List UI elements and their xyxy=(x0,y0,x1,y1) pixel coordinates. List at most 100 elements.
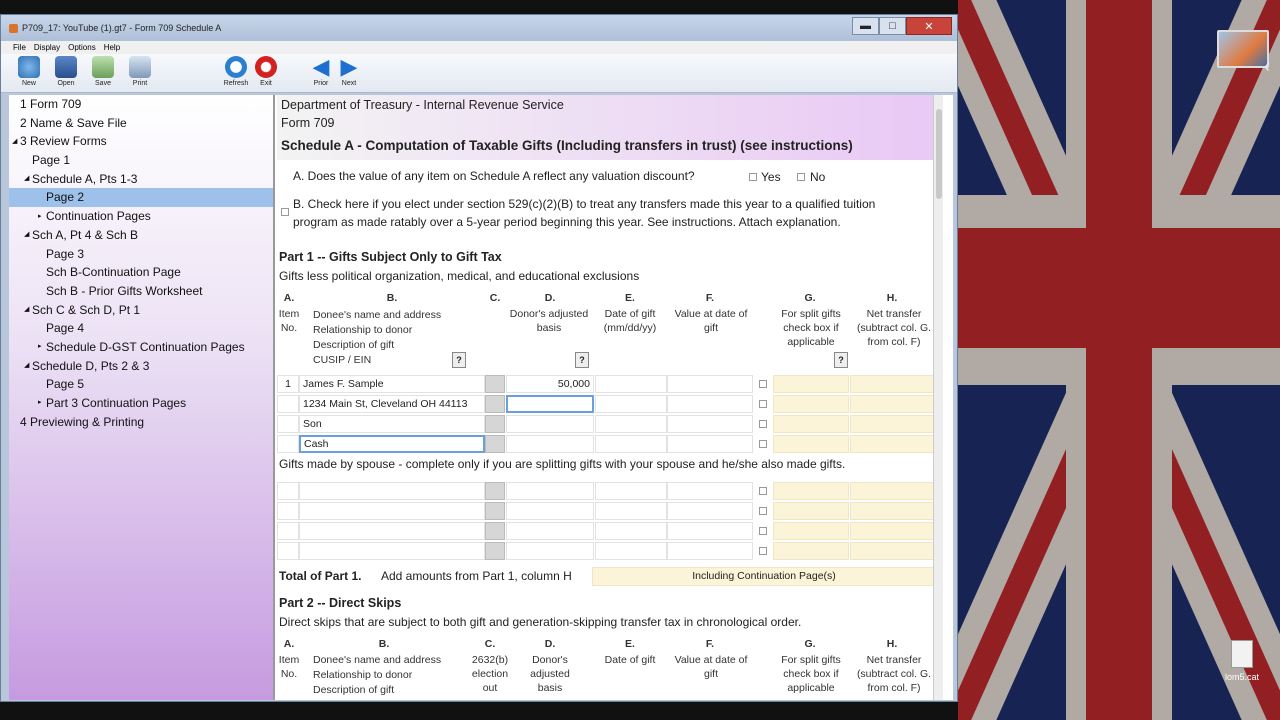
date-of-gift-cell[interactable] xyxy=(595,415,667,433)
split-gift-checkbox[interactable] xyxy=(759,527,767,535)
spouse-net-cell[interactable] xyxy=(850,502,936,520)
spouse-split-cell[interactable] xyxy=(773,482,849,500)
value-at-date-cell[interactable] xyxy=(667,415,753,433)
nav-item[interactable]: ◢ Schedule A, Pts 1-3 xyxy=(9,170,273,189)
menu-display[interactable]: Display xyxy=(34,43,60,52)
nav-item[interactable]: ▸ Part 3 Continuation Pages xyxy=(9,394,273,413)
spouse-value-cell[interactable] xyxy=(667,502,753,520)
menu-options[interactable]: Options xyxy=(68,43,96,52)
net-transfer-cell[interactable] xyxy=(850,395,936,413)
save-button[interactable]: Save xyxy=(87,56,119,87)
split-gift-amount-cell[interactable] xyxy=(773,375,849,393)
nav-item[interactable]: ▸ Continuation Pages xyxy=(9,207,273,226)
spouse-basis-cell[interactable] xyxy=(506,522,594,540)
spouse-date-cell[interactable] xyxy=(595,522,667,540)
col-b-help-button[interactable]: ? xyxy=(452,352,466,368)
expand-arrow-icon[interactable]: ◢ xyxy=(24,170,32,189)
donor-basis-cell[interactable] xyxy=(506,435,594,453)
vertical-scrollbar[interactable] xyxy=(933,95,943,700)
split-gift-checkbox[interactable] xyxy=(759,440,767,448)
total-part1-box[interactable]: Including Continuation Page(s) xyxy=(592,567,936,586)
net-transfer-cell[interactable] xyxy=(850,375,936,393)
gift-description-field[interactable]: Cash xyxy=(299,435,485,453)
spouse-net-cell[interactable] xyxy=(850,482,936,500)
next-button[interactable]: ▶ Next xyxy=(333,56,365,88)
nav-item[interactable]: Page 4 xyxy=(9,319,273,338)
date-of-gift-cell[interactable] xyxy=(595,395,667,413)
spouse-basis-cell[interactable] xyxy=(506,502,594,520)
donor-basis-field[interactable]: 50,000 xyxy=(506,375,594,393)
date-of-gift-cell[interactable] xyxy=(595,375,667,393)
menu-file[interactable]: File xyxy=(13,43,26,52)
donee-name-field[interactable]: James F. Sample xyxy=(299,375,485,393)
nav-item[interactable]: Page 1 xyxy=(9,151,273,170)
net-transfer-cell[interactable] xyxy=(850,415,936,433)
split-gift-amount-cell[interactable] xyxy=(773,415,849,433)
nav-item[interactable]: ◢ Sch A, Pt 4 & Sch B xyxy=(9,226,273,245)
expand-arrow-icon[interactable]: ◢ xyxy=(24,357,32,376)
expand-arrow-icon[interactable]: ▸ xyxy=(38,338,46,357)
nav-item[interactable]: 1 Form 709 xyxy=(9,95,273,114)
desktop-thumbnail-icon[interactable] xyxy=(1217,30,1269,68)
spouse-value-cell[interactable] xyxy=(667,482,753,500)
date-of-gift-cell[interactable] xyxy=(595,435,667,453)
split-gift-checkbox[interactable] xyxy=(759,487,767,495)
spouse-item-cell[interactable] xyxy=(277,522,299,540)
no-checkbox[interactable] xyxy=(797,173,805,181)
yes-checkbox[interactable] xyxy=(749,173,757,181)
spouse-donee-cell[interactable] xyxy=(299,522,485,540)
nav-item[interactable]: Page 3 xyxy=(9,245,273,264)
relationship-field[interactable]: Son xyxy=(299,415,485,433)
expand-arrow-icon[interactable]: ◢ xyxy=(24,226,32,245)
nav-item[interactable]: Page 5 xyxy=(9,375,273,394)
item-number-cell[interactable] xyxy=(277,395,299,413)
nav-item[interactable]: Page 2 xyxy=(9,188,273,208)
value-at-date-cell[interactable] xyxy=(667,375,753,393)
spouse-date-cell[interactable] xyxy=(595,482,667,500)
value-at-date-cell[interactable] xyxy=(667,435,753,453)
nav-item[interactable]: ◢ 3 Review Forms xyxy=(9,132,273,151)
donor-basis-field-2[interactable] xyxy=(506,395,594,413)
item-number-cell[interactable] xyxy=(277,435,299,453)
nav-item[interactable]: Sch B - Prior Gifts Worksheet xyxy=(9,282,273,301)
spouse-net-cell[interactable] xyxy=(850,542,936,560)
maximize-button[interactable]: □ xyxy=(879,17,906,35)
section-529-checkbox[interactable] xyxy=(281,208,289,216)
spouse-split-cell[interactable] xyxy=(773,542,849,560)
split-gift-checkbox[interactable] xyxy=(759,507,767,515)
split-gift-checkbox[interactable] xyxy=(759,380,767,388)
spouse-date-cell[interactable] xyxy=(595,542,667,560)
minimize-button[interactable]: ▬ xyxy=(852,17,879,35)
new-button[interactable]: New xyxy=(13,56,45,87)
spouse-split-cell[interactable] xyxy=(773,522,849,540)
item-number-cell[interactable]: 1 xyxy=(277,375,299,393)
expand-arrow-icon[interactable]: ◢ xyxy=(24,301,32,320)
print-button[interactable]: Print xyxy=(124,56,156,87)
expand-arrow-icon[interactable]: ▸ xyxy=(38,208,46,227)
spouse-donee-cell[interactable] xyxy=(299,502,485,520)
spouse-item-cell[interactable] xyxy=(277,502,299,520)
nav-item[interactable]: ◢ Schedule D, Pts 2 & 3 xyxy=(9,357,273,376)
split-gift-amount-cell[interactable] xyxy=(773,435,849,453)
spouse-donee-cell[interactable] xyxy=(299,542,485,560)
nav-item[interactable]: ◢ Sch C & Sch D, Pt 1 xyxy=(9,301,273,320)
donor-basis-cell[interactable] xyxy=(506,415,594,433)
nav-item[interactable]: ▸ Schedule D-GST Continuation Pages xyxy=(9,338,273,357)
split-gift-amount-cell[interactable] xyxy=(773,395,849,413)
nav-item[interactable]: 2 Name & Save File xyxy=(9,114,273,133)
spouse-basis-cell[interactable] xyxy=(506,542,594,560)
spouse-basis-cell[interactable] xyxy=(506,482,594,500)
col-g-help-button[interactable]: ? xyxy=(834,352,848,368)
split-gift-checkbox[interactable] xyxy=(759,547,767,555)
spouse-item-cell[interactable] xyxy=(277,482,299,500)
spouse-value-cell[interactable] xyxy=(667,522,753,540)
spouse-value-cell[interactable] xyxy=(667,542,753,560)
expand-arrow-icon[interactable]: ▸ xyxy=(38,394,46,413)
close-button[interactable]: ✕ xyxy=(906,17,952,35)
exit-button[interactable]: Exit xyxy=(250,56,282,87)
open-button[interactable]: Open xyxy=(50,56,82,87)
desktop-file-icon[interactable]: lom5.cat xyxy=(1222,640,1262,682)
spouse-date-cell[interactable] xyxy=(595,502,667,520)
nav-item[interactable]: Sch B-Continuation Page xyxy=(9,263,273,282)
net-transfer-cell[interactable] xyxy=(850,435,936,453)
